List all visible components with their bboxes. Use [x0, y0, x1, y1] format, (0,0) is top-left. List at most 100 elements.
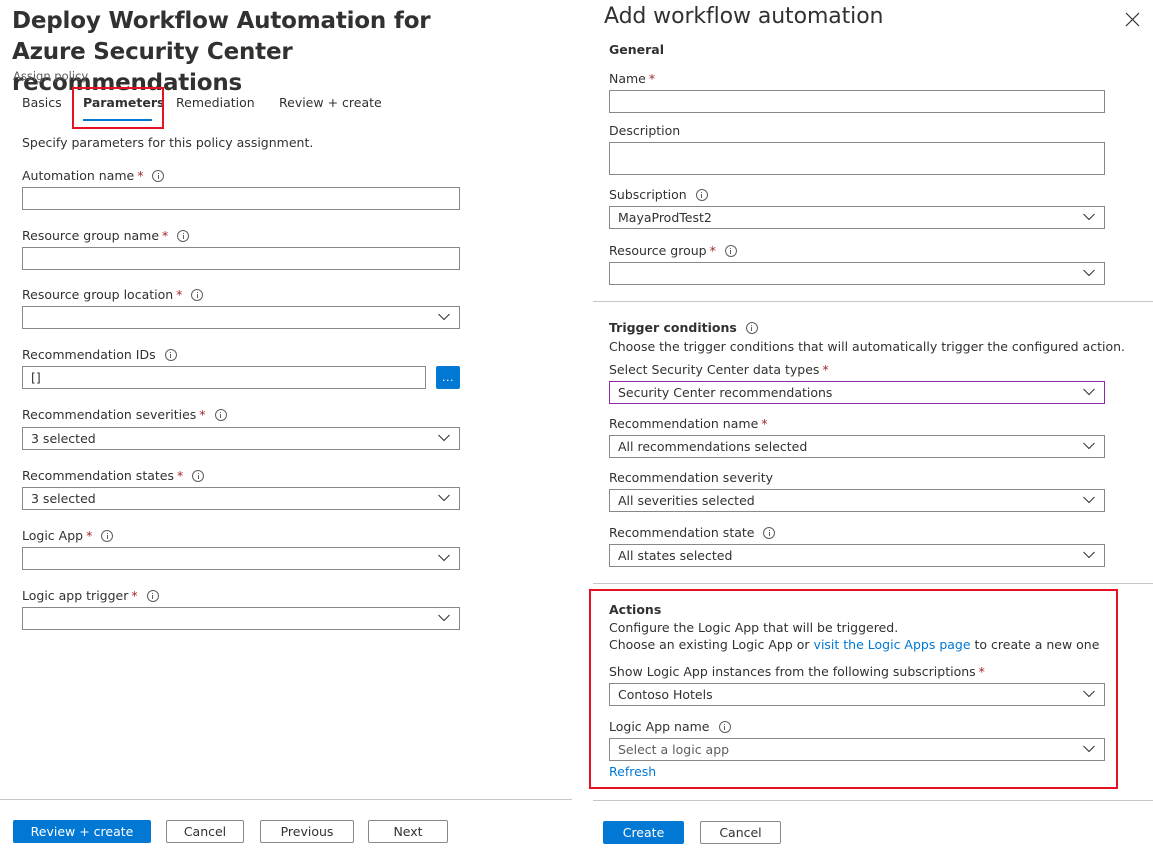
required-marker: *	[131, 588, 138, 603]
logic-app-select[interactable]	[22, 547, 460, 570]
recommendation-severity-label: Recommendation severity	[609, 470, 774, 485]
chevron-down-icon	[1083, 442, 1095, 450]
required-marker: *	[177, 468, 184, 483]
logic-apps-page-link[interactable]: visit the Logic Apps page	[814, 637, 971, 652]
tab-basics[interactable]: Basics	[22, 95, 62, 110]
general-heading: General	[609, 42, 664, 57]
review-create-button[interactable]: Review + create	[13, 820, 151, 843]
logic-app-label: Logic App *	[22, 528, 114, 543]
chevron-down-icon	[1083, 690, 1095, 698]
page-subtitle: Assign policy	[13, 69, 89, 83]
required-marker: *	[709, 243, 716, 258]
required-marker: *	[648, 71, 656, 86]
trigger-conditions-heading: Trigger conditions	[609, 320, 758, 335]
logic-app-subscriptions-select[interactable]: Contoso Hotels	[609, 683, 1105, 706]
close-icon[interactable]	[1124, 11, 1141, 28]
recommendation-severity-select[interactable]: All severities selected	[609, 489, 1105, 512]
previous-button[interactable]: Previous	[260, 820, 354, 843]
info-icon[interactable]	[192, 469, 205, 482]
description-input[interactable]	[609, 142, 1105, 175]
data-types-label: Select Security Center data types *	[609, 362, 829, 377]
required-marker: *	[822, 362, 829, 377]
create-button[interactable]: Create	[603, 821, 684, 844]
required-marker: *	[162, 228, 169, 243]
actions-heading: Actions	[609, 602, 662, 617]
resource-group-label: Resource group *	[609, 243, 737, 258]
section-divider	[593, 301, 1153, 302]
resource-group-location-select[interactable]	[22, 306, 460, 329]
info-icon[interactable]	[164, 348, 177, 361]
description-label: Description	[609, 123, 681, 138]
info-icon[interactable]	[745, 321, 758, 334]
cancel-button[interactable]: Cancel	[166, 820, 244, 843]
chevron-down-icon	[1083, 551, 1095, 559]
chevron-down-icon	[438, 554, 450, 562]
resource-group-name-label: Resource group name *	[22, 228, 190, 243]
automation-name-label: Automation name *	[22, 168, 165, 183]
info-icon[interactable]	[101, 529, 114, 542]
info-icon[interactable]	[146, 589, 159, 602]
subscription-label: Subscription	[609, 187, 708, 202]
info-icon[interactable]	[763, 526, 776, 539]
resource-group-location-label: Resource group location *	[22, 287, 204, 302]
intro-text: Specify parameters for this policy assig…	[22, 135, 314, 150]
data-types-select[interactable]: Security Center recommendations	[609, 381, 1105, 404]
subscription-select[interactable]: MayaProdTest2	[609, 206, 1105, 229]
info-icon[interactable]	[191, 288, 204, 301]
info-icon[interactable]	[718, 720, 731, 733]
info-icon[interactable]	[214, 408, 227, 421]
page-title: Deploy Workflow Automation for Azure Sec…	[12, 8, 431, 96]
name-label: Name *	[609, 71, 656, 86]
recommendation-severities-select[interactable]: 3 selected	[22, 427, 460, 450]
chevron-down-icon	[438, 494, 450, 502]
resource-group-select[interactable]	[609, 262, 1105, 285]
tab-highlight-annotation	[72, 87, 164, 129]
name-input[interactable]	[609, 90, 1105, 113]
info-icon[interactable]	[724, 244, 737, 257]
logic-app-trigger-label: Logic app trigger *	[22, 588, 159, 603]
required-marker: *	[137, 168, 144, 183]
recommendation-state-label: Recommendation state	[609, 525, 776, 540]
section-divider	[593, 583, 1153, 584]
resource-group-name-input[interactable]	[22, 247, 460, 270]
tab-remediation[interactable]: Remediation	[176, 95, 255, 110]
recommendation-name-label: Recommendation name *	[609, 416, 768, 431]
recommendation-name-select[interactable]: All recommendations selected	[609, 435, 1105, 458]
chevron-down-icon	[438, 313, 450, 321]
tab-review-create[interactable]: Review + create	[279, 95, 382, 110]
recommendation-state-select[interactable]: All states selected	[609, 544, 1105, 567]
logic-app-subscriptions-label: Show Logic App instances from the follow…	[609, 664, 985, 679]
required-marker: *	[176, 287, 183, 302]
recommendation-states-select[interactable]: 3 selected	[22, 487, 460, 510]
logic-app-name-select[interactable]: Select a logic app	[609, 738, 1105, 761]
chevron-down-icon	[1083, 269, 1095, 277]
required-marker: *	[761, 416, 768, 431]
recommendation-ids-input[interactable]: []	[22, 366, 426, 389]
panel-cancel-button[interactable]: Cancel	[700, 821, 781, 844]
next-button[interactable]: Next	[368, 820, 448, 843]
recommendation-states-label: Recommendation states *	[22, 468, 205, 483]
chevron-down-icon	[1083, 496, 1095, 504]
footer-divider	[593, 800, 1153, 801]
chevron-down-icon	[1083, 745, 1095, 753]
chevron-down-icon	[438, 434, 450, 442]
logic-app-trigger-select[interactable]	[22, 607, 460, 630]
info-icon[interactable]	[177, 229, 190, 242]
info-icon[interactable]	[152, 169, 165, 182]
chevron-down-icon	[438, 614, 450, 622]
logic-app-name-label: Logic App name	[609, 719, 731, 734]
refresh-link[interactable]: Refresh	[609, 764, 656, 779]
browse-ellipsis-button[interactable]: ...	[436, 366, 460, 389]
info-icon[interactable]	[695, 188, 708, 201]
chevron-down-icon	[1083, 388, 1095, 396]
required-marker: *	[978, 664, 985, 679]
actions-description-line1: Configure the Logic App that will be tri…	[609, 620, 899, 635]
recommendation-severities-label: Recommendation severities *	[22, 407, 227, 422]
automation-name-input[interactable]	[22, 187, 460, 210]
trigger-conditions-description: Choose the trigger conditions that will …	[609, 339, 1125, 354]
footer-divider	[0, 799, 572, 800]
actions-description-line2: Choose an existing Logic App or visit th…	[609, 637, 1100, 652]
recommendation-ids-label: Recommendation IDs	[22, 347, 177, 362]
required-marker: *	[199, 407, 206, 422]
panel-title: Add workflow automation	[604, 4, 884, 29]
